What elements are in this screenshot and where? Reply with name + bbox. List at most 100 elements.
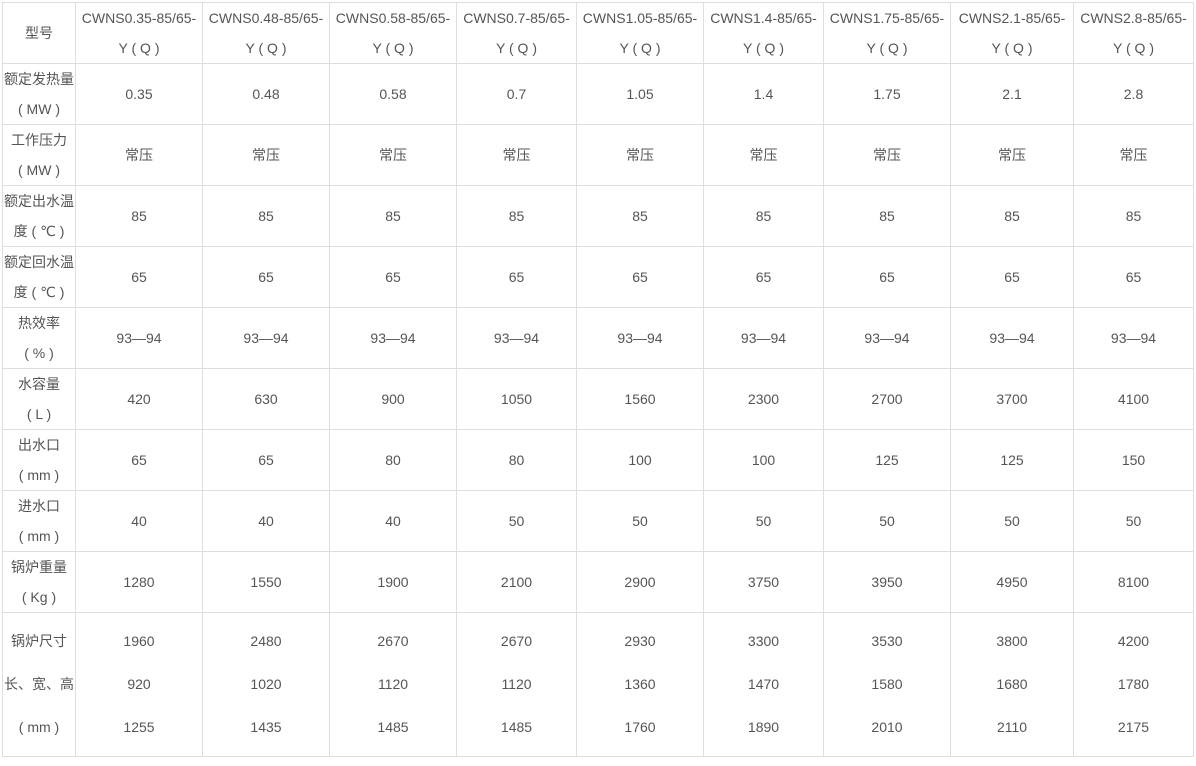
value-cell: 630 xyxy=(202,368,330,430)
dimension-line: 1960 xyxy=(123,633,155,649)
dimension-line: 1485 xyxy=(377,719,409,735)
value-cell: 80 xyxy=(329,429,457,491)
row-label-line: 度 ( ℃ ) xyxy=(13,284,65,300)
value-cell: 50 xyxy=(950,490,1074,552)
dimension-line: 1255 xyxy=(123,719,155,735)
dimension-line: 1020 xyxy=(250,676,282,692)
spec-row: 工作压力( MW ) 常压 常压 常压 常压 常压 常压 常压 常压 常压 xyxy=(2,124,1194,186)
model-header-cell: CWNS0.58-85/65- Y ( Q ) xyxy=(329,2,457,64)
spec-row: 热效率( % ) 93—94 93—94 93—94 93—94 93—94 93—94 93… xyxy=(2,307,1194,369)
value-cell: 93—94 xyxy=(202,307,330,369)
value-cell: 40 xyxy=(329,490,457,552)
row-label-line: ( mm ) xyxy=(18,467,60,483)
model-name-line: Y ( Q ) xyxy=(496,40,537,56)
row-label-cell: 进水口 ( mm ) xyxy=(2,490,76,552)
spec-row: 出水口( mm ) 65 65 80 80 100 100 125 125 150 xyxy=(2,429,1194,491)
value-cell: 40 xyxy=(75,490,203,552)
spec-row: 水容量 ( L ) 420 630 900 1050 1560 2300 2700 3700 410… xyxy=(2,368,1194,430)
model-header-cell: CWNS0.7-85/65- Y ( Q ) xyxy=(456,2,577,64)
model-header-cell: CWNS0.35-85/65- Y ( Q ) xyxy=(75,2,203,64)
value-cell: 2.1 xyxy=(950,63,1074,125)
size-label-line: 锅炉尺寸 xyxy=(11,633,67,649)
value-cell: 常压 xyxy=(576,124,704,186)
dimension-line: 4200 xyxy=(1117,633,1150,649)
value-cell: 65 xyxy=(202,429,330,491)
size-value-cell: 3800 1680 2110 xyxy=(950,612,1074,757)
value-cell: 0.7 xyxy=(456,63,577,125)
model-name-line: Y ( Q ) xyxy=(372,40,414,56)
value-cell: 65 xyxy=(456,246,577,308)
size-value-cell: 4200 1780 2175 xyxy=(1073,612,1194,757)
value-cell: 85 xyxy=(329,185,457,247)
value-cell: 93—94 xyxy=(950,307,1074,369)
size-value-cell: 2670 1120 1485 xyxy=(329,612,457,757)
value-cell: 85 xyxy=(576,185,704,247)
value-cell: 常压 xyxy=(329,124,457,186)
value-cell: 0.35 xyxy=(75,63,203,125)
model-header-cell: CWNS2.8-85/65- Y ( Q ) xyxy=(1073,2,1194,64)
value-cell: 40 xyxy=(202,490,330,552)
value-cell: 1280 xyxy=(75,551,203,613)
row-label-cell: 额定出水温度 ( ℃ ) xyxy=(2,185,76,247)
model-name-line: CWNS0.7-85/65- xyxy=(463,10,570,26)
dimension-line: 3800 xyxy=(996,633,1028,649)
value-cell: 50 xyxy=(456,490,577,552)
row-label-cell: 锅炉重量 ( Kg ) xyxy=(2,551,76,613)
model-header-cell: CWNS1.05-85/65- Y ( Q ) xyxy=(576,2,704,64)
size-value-cell: 1960 920 1255 xyxy=(75,612,203,757)
dimension-line: 1120 xyxy=(377,676,409,692)
value-cell: 2700 xyxy=(823,368,951,430)
value-cell: 100 xyxy=(703,429,824,491)
value-cell: 65 xyxy=(75,246,203,308)
spec-table-body: 型号 CWNS0.35-85/65- Y ( Q ) CWNS0.48-85/65-… xyxy=(2,2,1194,757)
row-label-line: ( L ) xyxy=(26,406,52,422)
value-cell: 85 xyxy=(950,185,1074,247)
value-cell: 93—94 xyxy=(823,307,951,369)
value-cell: 0.48 xyxy=(202,63,330,125)
model-header-cell: CWNS1.75-85/65- Y ( Q ) xyxy=(823,2,951,64)
size-value-cell: 2480 1020 1435 xyxy=(202,612,330,757)
dimension-line: 1485 xyxy=(500,719,533,735)
dimension-line: 3300 xyxy=(747,633,780,649)
value-cell: 150 xyxy=(1073,429,1194,491)
row-label-line: 热效率 xyxy=(18,315,60,331)
value-cell: 85 xyxy=(202,185,330,247)
model-name-line: CWNS1.75-85/65- xyxy=(829,10,945,26)
dimension-line: 1470 xyxy=(747,676,780,692)
size-value-cell: 3300 1470 1890 xyxy=(703,612,824,757)
row-label-line: 进水口 xyxy=(18,498,60,514)
row-label-cell: 出水口 ( mm ) xyxy=(2,429,76,491)
spec-row: 额定回水温度 ( ℃ ) 65 65 65 65 65 65 65 65 65 xyxy=(2,246,1194,308)
dimension-line: 1680 xyxy=(996,676,1028,692)
value-cell: 93—94 xyxy=(329,307,457,369)
model-name-line: Y ( Q ) xyxy=(991,40,1033,56)
dimension-line: 1890 xyxy=(747,719,780,735)
spec-row: 额定出水温度 ( ℃ ) 85 85 85 85 85 85 85 85 85 xyxy=(2,185,1194,247)
value-cell: 50 xyxy=(823,490,951,552)
dimension-line: 2110 xyxy=(996,719,1028,735)
model-name-line: Y ( Q ) xyxy=(1113,40,1154,56)
value-cell: 1550 xyxy=(202,551,330,613)
value-cell: 1050 xyxy=(456,368,577,430)
value-cell: 常压 xyxy=(456,124,577,186)
value-cell: 1.75 xyxy=(823,63,951,125)
model-name-line: Y ( Q ) xyxy=(118,40,160,56)
row-label-line: 额定发热量 xyxy=(4,71,74,87)
model-name-line: CWNS0.58-85/65- xyxy=(335,10,451,26)
value-cell: 50 xyxy=(703,490,824,552)
value-cell: 900 xyxy=(329,368,457,430)
spec-row: 额定发热量 ( MW ) 0.35 0.48 0.58 0.7 1.05 1.4 1.75 2.1… xyxy=(2,63,1194,125)
dimension-line: 1435 xyxy=(250,719,282,735)
dimension-line: 1360 xyxy=(624,676,656,692)
row-label-cell: 热效率 ( % ) xyxy=(2,307,76,369)
row-label-line: ( MW ) xyxy=(18,162,60,178)
value-cell: 85 xyxy=(703,185,824,247)
size-value-cell: 2930 1360 1760 xyxy=(576,612,704,757)
dimension-line: 1120 xyxy=(501,676,532,692)
row-label-line: ( MW ) xyxy=(18,101,60,117)
value-cell: 100 xyxy=(576,429,704,491)
value-cell: 93—94 xyxy=(75,307,203,369)
row-label-cell: 额定回水温度 ( ℃ ) xyxy=(2,246,76,308)
row-label-line: 额定回水温 xyxy=(4,254,74,270)
value-cell: 85 xyxy=(823,185,951,247)
